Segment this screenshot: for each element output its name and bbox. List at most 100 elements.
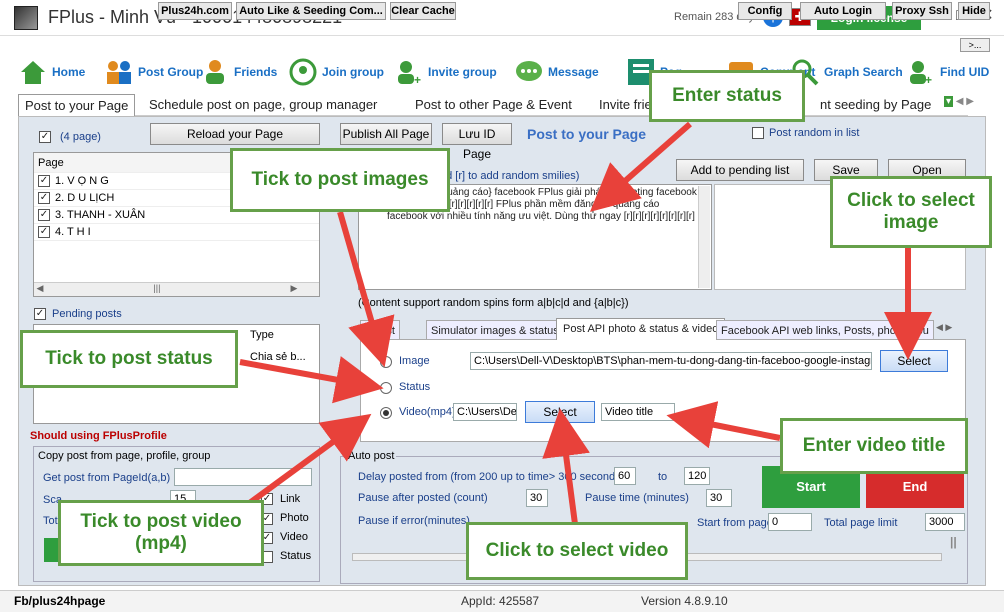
- select-all-checkbox[interactable]: ✓: [39, 131, 51, 143]
- image-path-input[interactable]: C:\Users\Dell-V\Desktop\BTS\phan-mem-tu-…: [470, 352, 872, 370]
- tab-scroll-arrows[interactable]: ▾ ◀ ▶: [944, 96, 976, 112]
- total-limit-input[interactable]: 3000: [925, 513, 965, 531]
- row-checkbox[interactable]: ✓: [38, 175, 50, 187]
- page-name: 2. D U LỊCH: [55, 192, 115, 204]
- nav-label: Friends: [234, 65, 278, 79]
- nav-label: Find UID: [940, 65, 990, 79]
- find-uid-icon: +: [910, 61, 932, 86]
- pause-after-input[interactable]: 30: [526, 489, 548, 507]
- fb-page-link[interactable]: Fb/plus24hpage: [14, 594, 105, 608]
- nav-post-group[interactable]: Post Group: [104, 56, 203, 88]
- version-text: Version 4.8.9.10: [641, 594, 728, 608]
- nav-friends[interactable]: Friends: [200, 56, 277, 88]
- nav-message[interactable]: Message: [514, 56, 599, 88]
- table-row[interactable]: ✓ 4. T H I: [34, 224, 319, 241]
- textarea-scrollbar[interactable]: [698, 186, 710, 288]
- tab-schedule-post[interactable]: Schedule post on page, group manager: [149, 94, 377, 116]
- more-button[interactable]: >...: [960, 38, 990, 52]
- video-title-input[interactable]: Video title: [601, 403, 675, 421]
- pause-time-label: Pause time (minutes): [585, 492, 689, 504]
- config-button[interactable]: Config: [738, 2, 792, 20]
- proxy-ssh-button[interactable]: Proxy Ssh: [892, 2, 952, 20]
- select-video-button[interactable]: Select: [525, 401, 595, 423]
- row-checkbox[interactable]: ✓: [38, 192, 50, 204]
- svg-text:+: +: [414, 73, 421, 86]
- subtab-post-api[interactable]: Post API photo & status & video: [556, 318, 726, 340]
- group-icon: [107, 61, 131, 84]
- app-id-text: AppId: 425587: [461, 594, 540, 608]
- start-from-input[interactable]: 0: [768, 513, 812, 531]
- nav-find-uid[interactable]: + Find UID: [906, 56, 989, 88]
- publish-all-button[interactable]: Publish All Page: [340, 123, 432, 145]
- page-count: (4 page): [60, 131, 101, 143]
- select-image-button[interactable]: Select: [880, 350, 948, 372]
- nav-invite-group[interactable]: + Invite group: [394, 56, 497, 88]
- video-path-input[interactable]: C:\Users\De: [453, 403, 517, 421]
- get-post-label: Get post from PageId(a,b): [43, 472, 171, 484]
- subtab-single-post[interactable]: e post: [360, 320, 400, 340]
- reload-page-button[interactable]: Reload your Page: [150, 123, 320, 145]
- start-from-label: Start from page: [697, 517, 773, 529]
- fplusprofile-warning: Should using FPlusProfile: [30, 430, 167, 442]
- nav-label: Message: [548, 65, 599, 79]
- status-radio-label: Status: [399, 381, 431, 393]
- callout-click-image: Click to select image: [830, 176, 992, 248]
- tot-label: Tot: [43, 515, 58, 527]
- page-name: 1. V Ọ N G: [55, 175, 109, 187]
- callout-enter-video-title: Enter video title: [780, 418, 968, 474]
- auto-like-button[interactable]: Auto Like & Seeding Com...: [236, 2, 386, 20]
- subtab-simulator[interactable]: Simulator images & status: [426, 320, 564, 340]
- tab-post-other-page[interactable]: Post to other Page & Event: [415, 94, 572, 116]
- delay-to-input[interactable]: 120: [684, 467, 710, 485]
- tab-invite-friends[interactable]: Invite frie: [599, 94, 652, 116]
- callout-click-video: Click to select video: [466, 522, 688, 580]
- nav-label: Post Group: [138, 65, 204, 79]
- nav-home[interactable]: Home: [18, 56, 85, 88]
- page-heading: Post to your Page: [527, 126, 647, 142]
- link-label: Link: [280, 493, 301, 505]
- callout-tick-video: Tick to post video (mp4): [58, 500, 264, 566]
- image-radio[interactable]: [380, 356, 392, 368]
- video-radio[interactable]: [380, 407, 392, 419]
- nav-label: Join group: [322, 65, 384, 79]
- delay-label: Delay posted from (from 200 up to time> …: [358, 471, 625, 483]
- pause-icon[interactable]: ||: [950, 535, 964, 551]
- auto-post-title: Auto post: [346, 450, 397, 462]
- to-label: to: [658, 471, 668, 483]
- callout-enter-status: Enter status: [649, 70, 805, 122]
- status-radio[interactable]: [380, 382, 392, 394]
- luu-id-button[interactable]: Lưu ID Page: [442, 123, 512, 161]
- row-checkbox[interactable]: ✓: [38, 226, 50, 238]
- nav-label: Home: [52, 65, 86, 79]
- clear-cache-button[interactable]: Clear Cache: [390, 2, 456, 20]
- delay-from-input[interactable]: 60: [614, 467, 636, 485]
- nav-graph-search[interactable]: Graph Search: [790, 56, 903, 88]
- row-checkbox[interactable]: ✓: [38, 209, 50, 221]
- nav-label: Invite group: [428, 65, 497, 79]
- message-icon: [516, 61, 542, 81]
- status-label: Status: [280, 550, 312, 562]
- plus24h-button[interactable]: Plus24h.com: [158, 2, 232, 20]
- subtab-scroll-arrows[interactable]: ◀ ▶: [936, 322, 952, 333]
- image-label: Image: [399, 355, 430, 367]
- friends-icon: [206, 60, 224, 84]
- video-radio-label: Video(mp4): [399, 406, 456, 418]
- svg-text:+: +: [925, 73, 932, 86]
- horizontal-scrollbar[interactable]: ◀ ||| ▶: [34, 282, 319, 296]
- photo-label: Photo: [280, 512, 309, 524]
- random-checkbox[interactable]: [752, 127, 764, 139]
- tab-comment-seeding[interactable]: nt seeding by Page: [820, 94, 931, 116]
- pause-after-label: Pause after posted (count): [358, 492, 488, 504]
- pending-checkbox[interactable]: ✓: [34, 308, 46, 320]
- hide-button[interactable]: Hide: [958, 2, 990, 20]
- auto-login-button[interactable]: Auto Login: [800, 2, 886, 20]
- pause-time-input[interactable]: 30: [706, 489, 732, 507]
- content-hint: (Content support random spins form a|b|c…: [358, 297, 629, 309]
- subtab-facebook-api[interactable]: Facebook API web links, Posts, photo alb…: [716, 320, 934, 340]
- nav-join-group[interactable]: Join group: [288, 56, 384, 88]
- video-label: Video: [280, 531, 308, 543]
- total-limit-label: Total page limit: [824, 517, 898, 529]
- page-id-input[interactable]: [174, 468, 312, 486]
- add-pending-button[interactable]: Add to pending list: [676, 159, 804, 181]
- tab-post-to-your-page[interactable]: Post to your Page: [18, 94, 136, 116]
